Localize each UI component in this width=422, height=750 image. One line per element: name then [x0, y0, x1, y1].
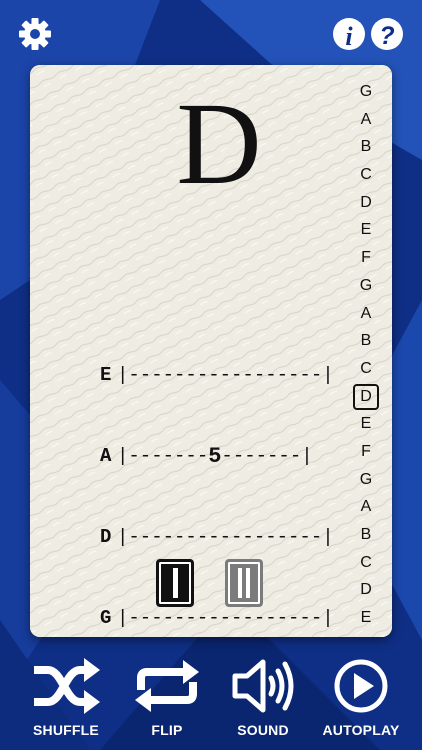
- tab-string-label: D: [100, 526, 112, 548]
- scale-note-label: A: [360, 110, 372, 128]
- shuffle-button[interactable]: SHUFFLE: [16, 650, 116, 750]
- gear-icon: [19, 18, 51, 50]
- scale-note-label: D: [353, 383, 379, 410]
- autoplay-button[interactable]: AUTOPLAY: [311, 650, 411, 750]
- tab-line: |-------: [117, 445, 209, 467]
- scale-note[interactable]: B: [350, 133, 382, 161]
- note-name: D: [176, 78, 262, 209]
- scale-note[interactable]: F: [350, 438, 382, 466]
- scale-note[interactable]: G: [350, 272, 382, 300]
- scale-note[interactable]: A: [350, 300, 382, 328]
- tab-string-label: G: [100, 607, 112, 629]
- scale-note-label: D: [360, 581, 372, 599]
- svg-text:i: i: [345, 22, 353, 51]
- repeat-icon: [135, 660, 199, 712]
- help-button[interactable]: ?: [367, 14, 407, 54]
- tab-string-label: A: [100, 445, 112, 467]
- scale-note[interactable]: D: [350, 189, 382, 217]
- scale-note[interactable]: A: [350, 493, 382, 521]
- autoplay-label: AUTOPLAY: [322, 722, 400, 738]
- scale-note[interactable]: C: [350, 549, 382, 577]
- scale-note-selected[interactable]: D: [350, 383, 382, 411]
- scale-note[interactable]: F: [350, 244, 382, 272]
- flip-button[interactable]: FLIP: [117, 650, 217, 750]
- roman-one-glyph: [172, 568, 178, 598]
- info-icon: i: [333, 18, 365, 51]
- position-1-button[interactable]: [156, 559, 194, 607]
- info-button[interactable]: i: [329, 14, 369, 54]
- settings-button[interactable]: [15, 14, 55, 54]
- note-scale-list: GABCDEFGABCDEFGABCDE: [350, 78, 382, 632]
- scale-note[interactable]: B: [350, 521, 382, 549]
- sound-button[interactable]: SOUND: [213, 650, 313, 750]
- shuffle-icon: [34, 658, 100, 714]
- scale-note-label: A: [360, 498, 372, 516]
- scale-note-label: C: [360, 359, 372, 377]
- scale-note[interactable]: E: [350, 410, 382, 438]
- scale-note-label: F: [361, 442, 371, 460]
- scale-note-label: D: [360, 193, 372, 211]
- scale-note-label: E: [360, 221, 372, 239]
- scale-note[interactable]: E: [350, 604, 382, 632]
- tablature: E |-----------------| A |------- 5 -----…: [100, 308, 334, 637]
- scale-note[interactable]: B: [350, 327, 382, 355]
- scale-note[interactable]: A: [350, 106, 382, 134]
- scale-note[interactable]: D: [350, 576, 382, 604]
- scale-note-label: B: [360, 332, 372, 350]
- play-icon: [334, 659, 388, 713]
- tab-row: E |-----------------|: [100, 362, 334, 389]
- tab-row: G |-----------------|: [100, 605, 334, 632]
- tab-row: D |-----------------|: [100, 524, 334, 551]
- flip-label: FLIP: [151, 722, 183, 738]
- bottom-toolbar: SHUFFLE FLIP SOUND AUTOPLAY: [0, 650, 422, 750]
- scale-note-label: E: [360, 415, 372, 433]
- flash-card[interactable]: D E |-----------------| A |------- 5 ---…: [30, 65, 392, 637]
- tab-line: -------|: [221, 445, 313, 467]
- tab-line: |-----------------|: [117, 526, 334, 548]
- scale-note-label: G: [359, 470, 373, 488]
- scale-note[interactable]: C: [350, 161, 382, 189]
- speaker-icon: [232, 659, 294, 713]
- tab-fret-number: 5: [208, 444, 222, 469]
- svg-text:?: ?: [379, 22, 394, 50]
- sound-label: SOUND: [237, 722, 289, 738]
- help-icon: ?: [371, 18, 403, 50]
- scale-note[interactable]: E: [350, 216, 382, 244]
- position-2-button[interactable]: [225, 559, 263, 607]
- tab-line: |-----------------|: [117, 364, 334, 386]
- tab-line: |-----------------|: [117, 607, 334, 629]
- scale-note[interactable]: G: [350, 78, 382, 106]
- scale-note-label: F: [361, 249, 371, 267]
- scale-note[interactable]: C: [350, 355, 382, 383]
- scale-note-label: C: [360, 553, 372, 571]
- scale-note-label: E: [360, 609, 372, 627]
- scale-note-label: A: [360, 304, 372, 322]
- shuffle-label: SHUFFLE: [33, 722, 99, 738]
- tab-row: A |------- 5 -------|: [100, 443, 334, 470]
- scale-note-label: B: [360, 526, 372, 543]
- scale-note-label: B: [360, 138, 372, 156]
- scale-note[interactable]: G: [350, 466, 382, 494]
- tab-string-label: E: [100, 364, 112, 386]
- scale-note-label: G: [359, 276, 373, 294]
- scale-note-label: G: [359, 83, 373, 100]
- scale-note-label: C: [360, 166, 372, 184]
- roman-two-glyph: [238, 568, 250, 598]
